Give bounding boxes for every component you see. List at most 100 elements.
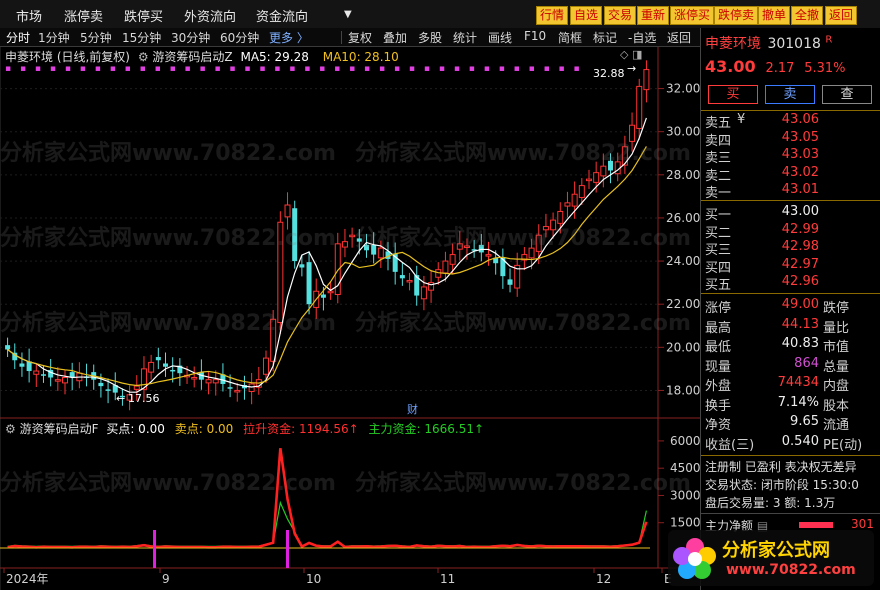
low-arrow-icon: ← [116, 392, 125, 405]
stat-right-label: 内盘 [823, 379, 850, 394]
ask-label: 卖四 [705, 133, 732, 149]
check-button[interactable]: 查 [822, 85, 872, 104]
tool-multi-stock[interactable]: 多股 [418, 29, 442, 46]
candle-up [542, 226, 549, 231]
candle-down [105, 389, 111, 391]
tool-overlay[interactable]: 叠加 [383, 29, 407, 46]
high-arrow-icon: → [627, 62, 636, 75]
stock-code: 301018 [767, 36, 821, 52]
stat-right-label: 股本 [823, 398, 850, 414]
ma5-value: MA5: 29.28 [240, 50, 309, 64]
sub-gear-icon[interactable]: ⚙ [5, 422, 16, 436]
ask-row[interactable]: 卖三 43.03 [705, 147, 880, 166]
btn-watchlist[interactable]: 自选 [570, 6, 603, 25]
menu-limit-up-sell[interactable]: 涨停卖 [64, 6, 103, 25]
candle-up [585, 178, 592, 182]
period-60min[interactable]: 60分钟 [220, 29, 259, 46]
candle-up [528, 247, 535, 259]
menu-foreign-flow[interactable]: 外资流向 [184, 6, 236, 25]
stock-header: 申菱环境 301018 R [705, 33, 832, 53]
btn-refresh[interactable]: 重新 [637, 6, 670, 25]
x-axis-label: 9 [162, 572, 170, 586]
tool-draw[interactable]: 画线 [488, 29, 512, 46]
bid-row[interactable]: 买三 42.98 [705, 239, 880, 258]
btn-trade[interactable]: 交易 [604, 6, 637, 25]
tool-adjust[interactable]: 复权 [348, 29, 372, 46]
finance-marker[interactable]: 财 [407, 402, 418, 416]
menu-market[interactable]: 市场 [16, 6, 42, 25]
bid-price: 42.99 [781, 221, 819, 237]
menu-capital-flow[interactable]: 资金流向 [256, 6, 308, 25]
chart-header: 申菱环境 (日线,前复权) ⚙ 游资筹码启动Z MA5: 29.28 MA10:… [5, 48, 399, 65]
stat-label: 最高 [705, 320, 732, 336]
stock-mark: R [825, 34, 833, 46]
bid-row[interactable]: 买二 42.99 [705, 221, 880, 241]
candle-up [62, 377, 69, 384]
ma5-line [7, 117, 647, 393]
ask-price: 43.06 [781, 112, 819, 127]
buy-button[interactable]: 买 [708, 85, 758, 104]
candle-up [456, 243, 463, 250]
btn-cancel-all[interactable]: 全撤 [791, 6, 824, 25]
bid-price: 43.00 [781, 204, 819, 219]
chart-corner-icons[interactable]: ◇ ◨ [620, 48, 642, 61]
stat-value: 74434 [777, 375, 819, 390]
ask-price: 43.02 [781, 164, 819, 180]
bid-row[interactable]: 买四 42.97 [705, 256, 880, 276]
stat-value: 40.83 [781, 336, 819, 351]
bid-row[interactable]: 买一 43.00 [705, 204, 880, 223]
tool-f10[interactable]: F10 [524, 29, 546, 43]
y-axis-label: 18.00 [666, 383, 700, 397]
sub-y-axis-label: 1500 [670, 516, 700, 530]
ask-price: 43.05 [781, 129, 819, 145]
bid-label: 买四 [705, 260, 732, 276]
period-1min[interactable]: 1分钟 [38, 29, 70, 46]
candle-up [377, 247, 384, 259]
top-menu-bar: 市场 涨停卖 跌停买 外资流向 资金流向 ▼ 行情 自选 交易 重新 涨停买 跌… [0, 0, 880, 29]
period-15min[interactable]: 15分钟 [122, 29, 161, 46]
btn-back[interactable]: 返回 [825, 6, 858, 25]
indicator-name[interactable]: 游资筹码启动Z [152, 50, 232, 64]
stat-row: 收益(三) 0.540 PE(动) [705, 434, 880, 453]
ask-row[interactable]: 卖一 43.01 [705, 182, 880, 201]
stat-label: 涨停 [705, 301, 732, 316]
kline-chart[interactable]: 18.00 20.00 22.00 24.00 26.00 28.00 30.00 32.00… [0, 47, 700, 590]
candle-up [248, 383, 255, 393]
y-axis-label: 30.00 [666, 125, 700, 139]
ask-row[interactable]: 卖二 43.02 [705, 164, 880, 184]
tool-simple-frame[interactable]: 简框 [558, 29, 582, 46]
tool-mark[interactable]: 标记 [593, 29, 617, 46]
btn-quote[interactable]: 行情 [536, 6, 569, 25]
period-5min[interactable]: 5分钟 [80, 29, 112, 46]
flower-logo-icon [672, 536, 718, 582]
candle-up [600, 165, 607, 177]
sub-y-axis-label: 3000 [670, 488, 700, 502]
sub-indicator-name[interactable]: 游资筹码启动F [20, 422, 99, 436]
menu-dropdown-icon[interactable]: ▼ [344, 9, 352, 20]
candle-down [155, 357, 161, 361]
stat-value: 7.14% [777, 394, 819, 410]
tool-back[interactable]: 返回 [667, 29, 691, 46]
candle-down [306, 262, 312, 305]
tool-remove-watch[interactable]: -自选 [628, 29, 656, 46]
candle-up [212, 379, 219, 384]
period-30min[interactable]: 30分钟 [171, 29, 210, 46]
ask-row[interactable]: 卖四 43.05 [705, 129, 880, 149]
bid-price: 42.97 [781, 256, 819, 272]
stat-value: 9.65 [790, 414, 819, 429]
bid-label: 买五 [705, 278, 732, 293]
ask-row[interactable]: 卖五 ¥ 43.06 [705, 112, 880, 131]
indicator-gear-icon[interactable]: ⚙ [138, 50, 149, 64]
btn-limit-up-buy[interactable]: 涨停买 [670, 6, 715, 25]
period-more[interactable]: 更多 〉 [269, 29, 309, 46]
bid-row[interactable]: 买五 42.96 [705, 274, 880, 293]
period-intraday[interactable]: 分时 [6, 29, 30, 46]
menu-limit-down-buy[interactable]: 跌停买 [124, 6, 163, 25]
tool-stats[interactable]: 统计 [453, 29, 477, 46]
btn-limit-down-sell[interactable]: 跌停卖 [714, 6, 759, 25]
sell-button[interactable]: 卖 [765, 85, 815, 104]
btn-cancel-order[interactable]: 撤单 [758, 6, 791, 25]
sub-buy-value: 买点: 0.00 [106, 422, 165, 436]
x-axis-label: 10 [306, 572, 321, 586]
price-change: 2.17 [765, 61, 795, 76]
